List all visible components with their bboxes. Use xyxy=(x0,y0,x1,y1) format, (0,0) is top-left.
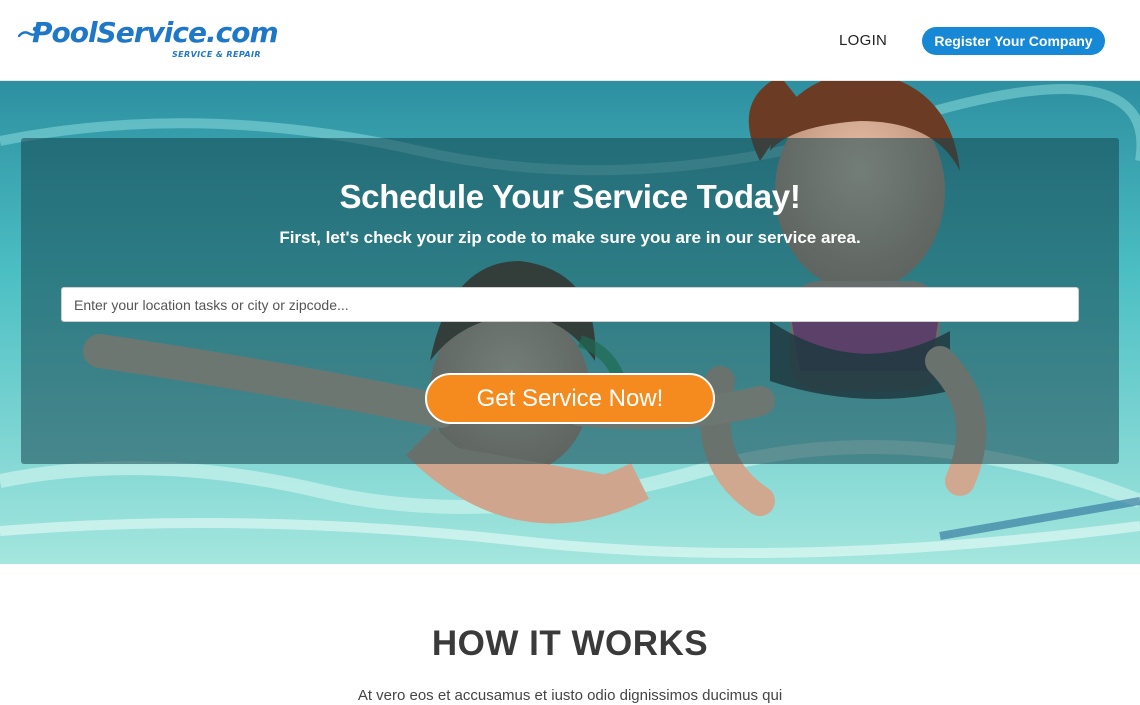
schedule-panel: Schedule Your Service Today! First, let'… xyxy=(21,138,1119,464)
hero-section: Schedule Your Service Today! First, let'… xyxy=(0,81,1140,564)
hero-subtitle: First, let's check your zip code to make… xyxy=(279,228,861,247)
hero-title: Schedule Your Service Today! xyxy=(339,178,801,215)
location-search-input[interactable] xyxy=(61,287,1079,322)
site-header: PoolService.com SERVICE & REPAIR LOGIN R… xyxy=(0,0,1140,81)
login-link[interactable]: LOGIN xyxy=(839,32,887,49)
how-it-works-title: HOW IT WORKS xyxy=(431,624,709,663)
site-logo[interactable]: PoolService.com SERVICE & REPAIR xyxy=(18,14,279,64)
how-it-works-text: At vero eos et accusamus et iusto odio d… xyxy=(357,687,783,704)
get-service-now-button[interactable]: Get Service Now! xyxy=(425,373,715,424)
logo-tagline: SERVICE & REPAIR xyxy=(172,50,261,59)
logo-text: PoolService.com xyxy=(32,16,279,49)
register-company-button[interactable]: Register Your Company xyxy=(922,27,1105,55)
